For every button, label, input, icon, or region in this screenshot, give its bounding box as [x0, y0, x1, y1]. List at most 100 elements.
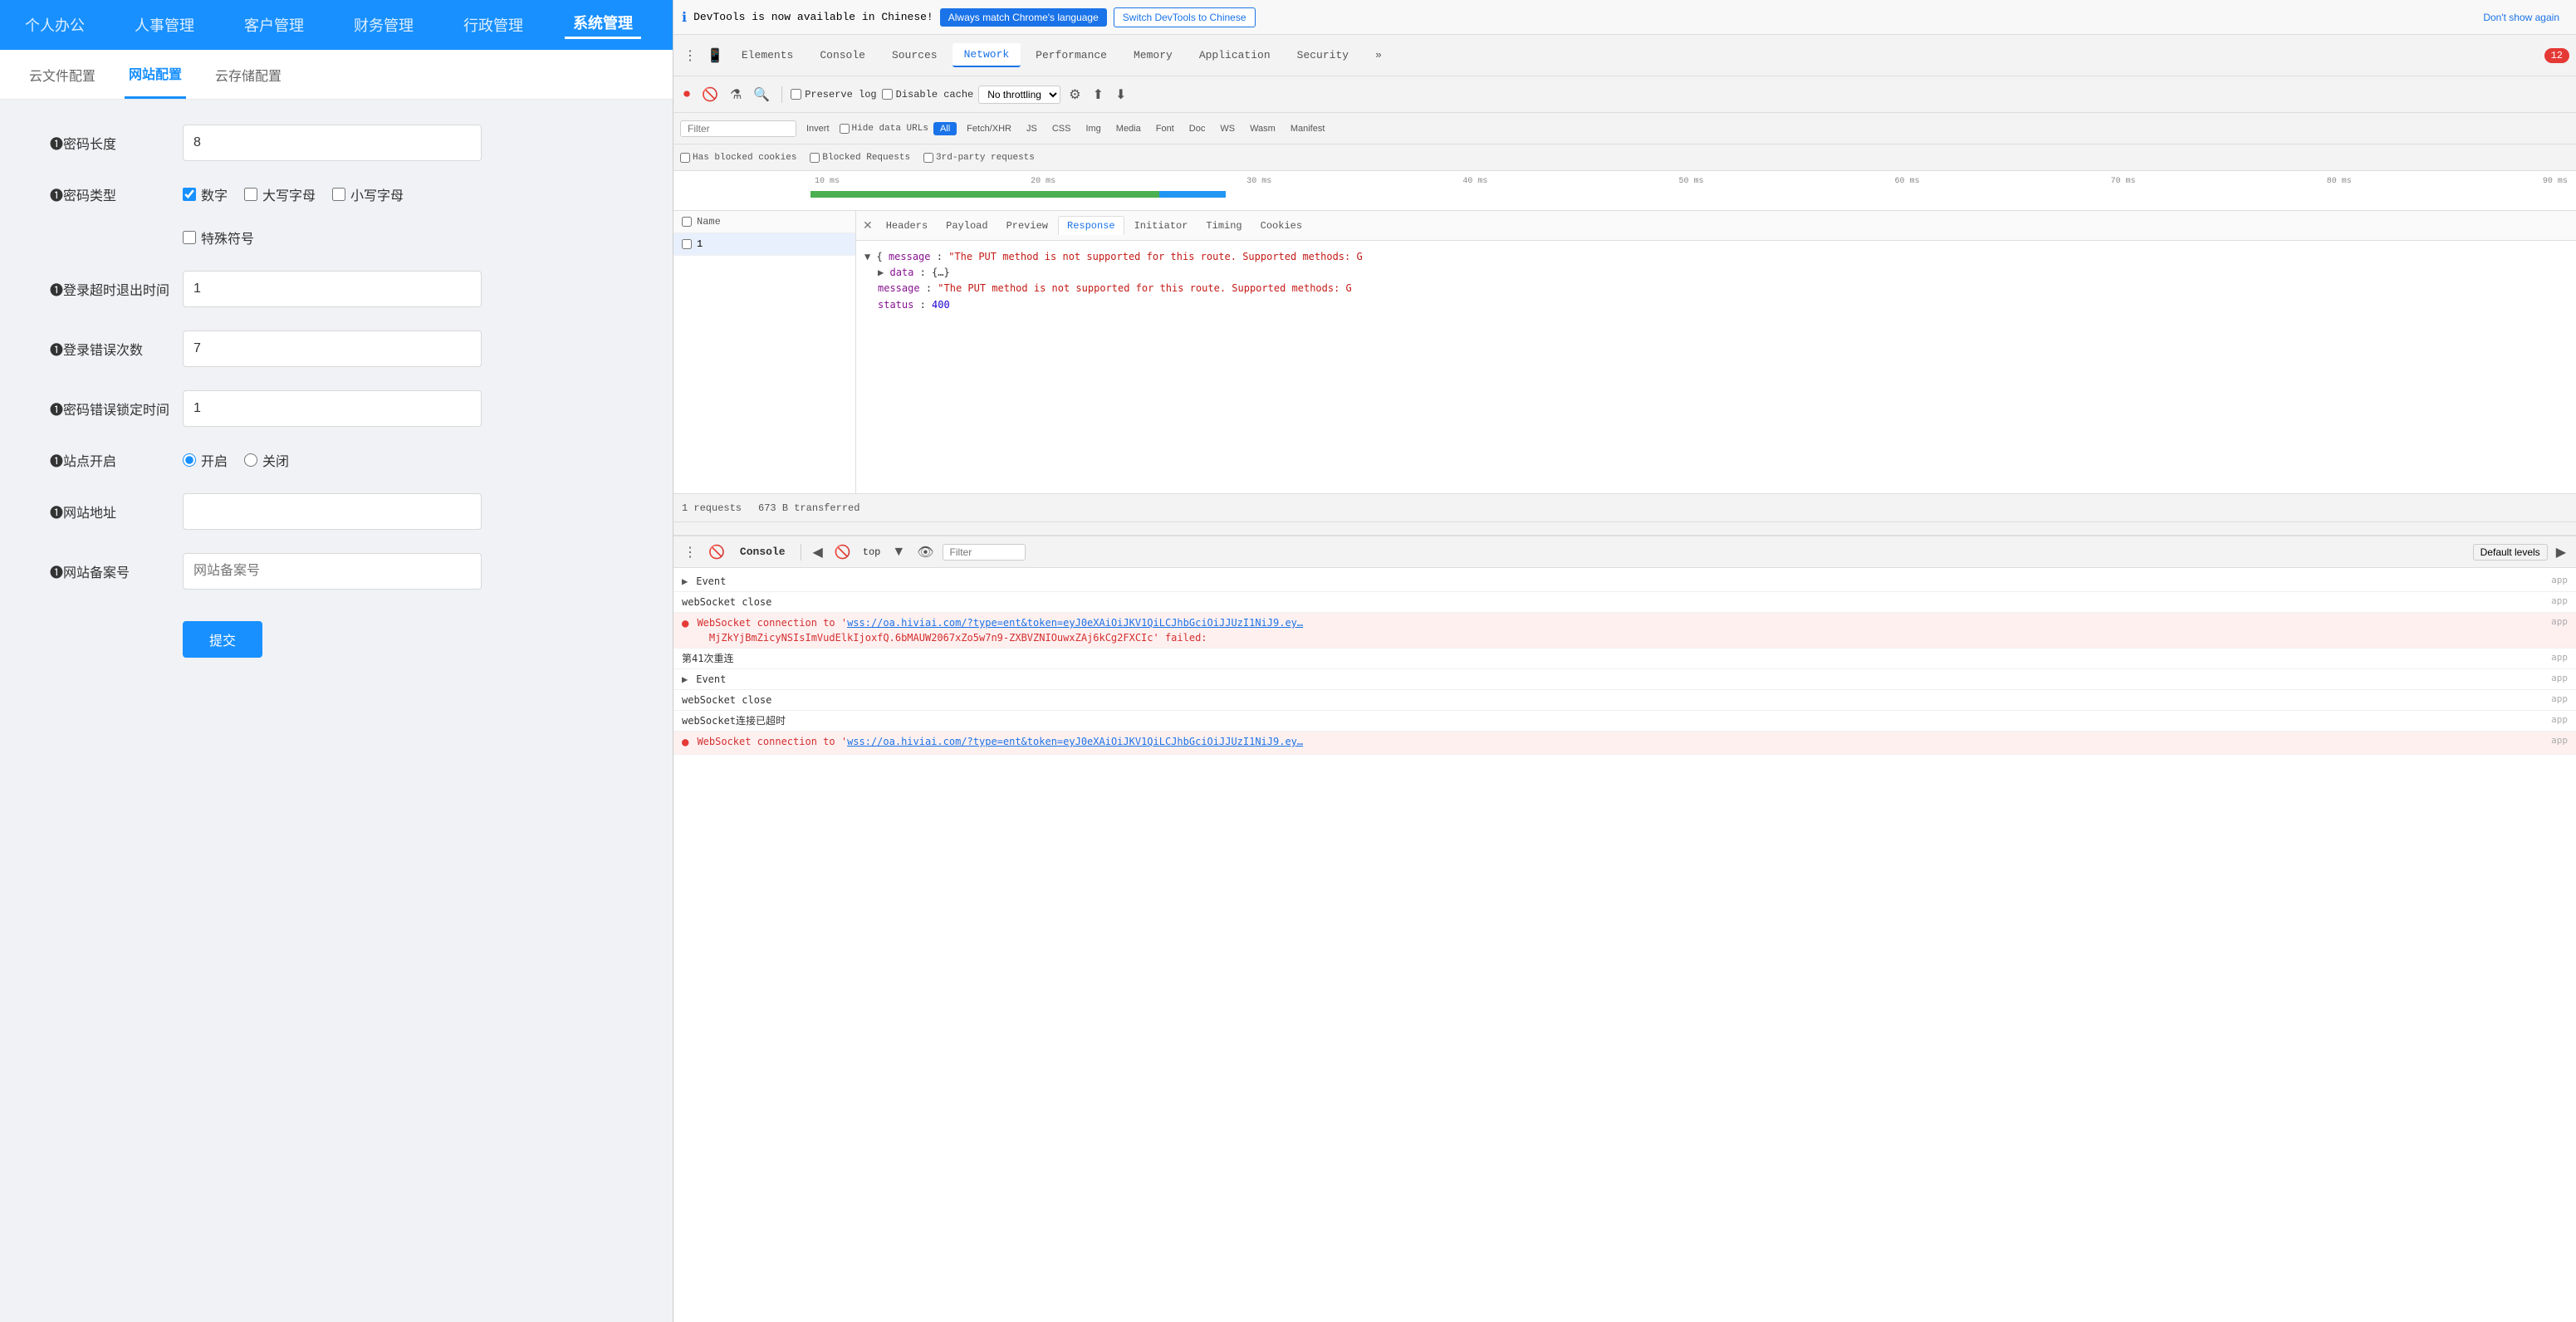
disable-cache-label[interactable]: Disable cache [882, 89, 974, 100]
blocked-requests-checkbox[interactable] [810, 153, 820, 163]
export-icon[interactable]: ⬇ [1112, 83, 1129, 106]
console-clear-icon[interactable]: 🚫 [705, 541, 728, 564]
throttling-select[interactable]: No throttling [978, 86, 1060, 104]
tab-console[interactable]: Console [808, 44, 877, 66]
checkbox-uppercase[interactable]: 大写字母 [244, 184, 316, 204]
tab-more[interactable]: » [1364, 44, 1393, 66]
filter-type-all[interactable]: All [933, 122, 957, 135]
filter-type-js[interactable]: JS [1021, 122, 1042, 135]
filter-type-img[interactable]: Img [1080, 122, 1105, 135]
sub-cloud-storage[interactable]: 云存储配置 [211, 50, 286, 99]
checkbox-lowercase-input[interactable] [332, 188, 345, 201]
console-chevron-icon[interactable]: ▼ [889, 541, 908, 563]
sub-website-config[interactable]: 网站配置 [125, 50, 186, 99]
filter-type-font[interactable]: Font [1151, 122, 1179, 135]
expand-arrow-1[interactable]: ▼ [864, 251, 870, 262]
filter-type-wasm[interactable]: Wasm [1245, 122, 1281, 135]
tab-performance[interactable]: Performance [1024, 44, 1119, 66]
console-filter-input[interactable] [943, 544, 1026, 561]
close-detail-button[interactable]: ✕ [863, 218, 873, 233]
detail-tab-cookies[interactable]: Cookies [1252, 217, 1310, 235]
tab-network[interactable]: Network [953, 43, 1021, 67]
detail-tab-timing[interactable]: Timing [1197, 217, 1250, 235]
ws-url-link-2[interactable]: wss://oa.hiviai.com/?type=ent&token=eyJ0… [847, 736, 1303, 747]
default-levels-button[interactable]: Default levels [2473, 544, 2548, 561]
blocked-requests-label[interactable]: Blocked Requests [810, 153, 910, 163]
radio-close[interactable]: 关闭 [244, 450, 289, 470]
request-row-1-checkbox[interactable] [682, 239, 692, 249]
filter-type-doc[interactable]: Doc [1184, 122, 1211, 135]
detail-tab-response[interactable]: Response [1058, 216, 1124, 235]
tab-application[interactable]: Application [1188, 44, 1282, 66]
tab-sources[interactable]: Sources [880, 44, 949, 66]
sub-cloud-file[interactable]: 云文件配置 [25, 50, 100, 99]
search-icon[interactable]: 🔍 [750, 83, 773, 106]
website-icp-input[interactable] [183, 553, 482, 590]
login-timeout-input[interactable] [183, 271, 482, 307]
has-blocked-cookies-checkbox[interactable] [680, 153, 690, 163]
password-lock-input[interactable] [183, 390, 482, 427]
dont-show-button[interactable]: Don't show again [2475, 8, 2568, 27]
tab-elements[interactable]: Elements [730, 44, 805, 66]
checkbox-digit-input[interactable] [183, 188, 196, 201]
expand-event-2[interactable]: ▶ [682, 672, 688, 687]
filter-input[interactable] [680, 120, 796, 137]
detail-tab-headers[interactable]: Headers [878, 217, 936, 235]
horizontal-scrollbar[interactable] [673, 521, 2576, 535]
ws-url-link-1[interactable]: wss://oa.hiviai.com/?type=ent&token=eyJ0… [847, 617, 1303, 629]
switch-devtools-button[interactable]: Switch DevTools to Chinese [1114, 7, 1256, 27]
hide-data-urls-checkbox[interactable] [840, 124, 850, 134]
filter-type-media[interactable]: Media [1111, 122, 1146, 135]
preserve-log-checkbox[interactable] [791, 89, 801, 100]
always-match-button[interactable]: Always match Chrome's language [940, 8, 1107, 27]
import-icon[interactable]: ⬆ [1090, 83, 1107, 106]
filter-icon[interactable]: ⚗ [727, 83, 745, 106]
network-settings-icon[interactable]: ⚙ [1065, 83, 1084, 106]
nav-personal[interactable]: 个人办公 [17, 14, 93, 36]
checkbox-lowercase[interactable]: 小写字母 [332, 184, 404, 204]
detail-tab-preview[interactable]: Preview [998, 217, 1056, 235]
console-block-icon[interactable]: 🚫 [831, 541, 855, 564]
select-all-checkbox[interactable] [682, 217, 692, 227]
clear-icon[interactable]: 🚫 [698, 83, 722, 106]
checkbox-special[interactable]: 特殊符号 [183, 228, 254, 247]
checkbox-special-input[interactable] [183, 231, 196, 244]
invert-filter-button[interactable]: Invert [801, 122, 835, 135]
checkbox-uppercase-input[interactable] [244, 188, 257, 201]
filter-type-css[interactable]: CSS [1047, 122, 1076, 135]
radio-close-input[interactable] [244, 453, 257, 467]
radio-open[interactable]: 开启 [183, 450, 228, 470]
expand-event-1[interactable]: ▶ [682, 574, 688, 589]
filter-type-ws[interactable]: WS [1215, 122, 1240, 135]
detail-tab-initiator[interactable]: Initiator [1126, 217, 1197, 235]
checkbox-digit[interactable]: 数字 [183, 184, 228, 204]
tab-memory[interactable]: Memory [1122, 44, 1184, 66]
nav-system[interactable]: 系统管理 [565, 12, 641, 39]
third-party-requests-checkbox[interactable] [923, 153, 933, 163]
tab-security[interactable]: Security [1286, 44, 1360, 66]
third-party-requests-label[interactable]: 3rd-party requests [923, 153, 1035, 163]
devtools-menu-icon[interactable]: ⋮ [680, 44, 700, 67]
preserve-log-label[interactable]: Preserve log [791, 89, 876, 100]
detail-tab-payload[interactable]: Payload [938, 217, 996, 235]
radio-open-input[interactable] [183, 453, 196, 467]
request-row-1[interactable]: 1 [673, 233, 855, 256]
nav-admin[interactable]: 行政管理 [455, 14, 531, 36]
record-icon[interactable]: ⏺ [680, 84, 693, 105]
console-chevron-right-icon[interactable]: ▶ [2553, 541, 2569, 564]
console-back-icon[interactable]: ◀ [810, 541, 826, 564]
website-url-input[interactable] [183, 493, 482, 530]
submit-button[interactable]: 提交 [183, 621, 262, 658]
password-length-input[interactable] [183, 125, 482, 161]
hide-data-urls-label[interactable]: Hide data URLs [840, 124, 928, 134]
devtools-device-icon[interactable]: 📱 [703, 44, 727, 67]
disable-cache-checkbox[interactable] [882, 89, 893, 100]
filter-type-fetch[interactable]: Fetch/XHR [962, 122, 1016, 135]
expand-arrow-2[interactable]: ▶ [878, 267, 884, 278]
filter-type-manifest[interactable]: Manifest [1286, 122, 1330, 135]
nav-finance[interactable]: 财务管理 [345, 14, 422, 36]
nav-hr[interactable]: 人事管理 [126, 14, 203, 36]
has-blocked-cookies-label[interactable]: Has blocked cookies [680, 153, 796, 163]
login-error-input[interactable] [183, 330, 482, 367]
nav-customer[interactable]: 客户管理 [236, 14, 312, 36]
